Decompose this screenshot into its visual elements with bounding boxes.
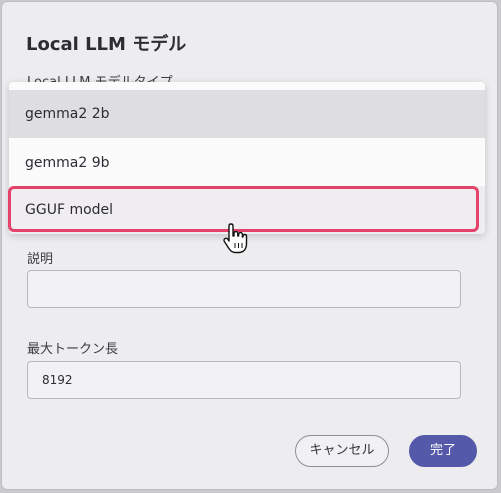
option-gemma2-9b[interactable]: gemma2 9b: [9, 139, 485, 187]
dialog-title: Local LLM モデル: [26, 34, 187, 55]
max-tokens-label: 最大トークン長: [27, 342, 119, 357]
hand-pointer-icon: [223, 223, 248, 254]
option-gemma2-2b[interactable]: gemma2 2b: [9, 90, 485, 138]
local-llm-model-dialog: Local LLM モデル Local LLM モデルタイプ 説明 最大トークン…: [1, 1, 498, 490]
max-tokens-input[interactable]: 8192: [27, 361, 461, 399]
description-label: 説明: [27, 252, 54, 267]
cancel-button[interactable]: キャンセル: [295, 435, 389, 467]
done-button[interactable]: 完了: [409, 435, 477, 467]
description-input[interactable]: [27, 270, 461, 308]
